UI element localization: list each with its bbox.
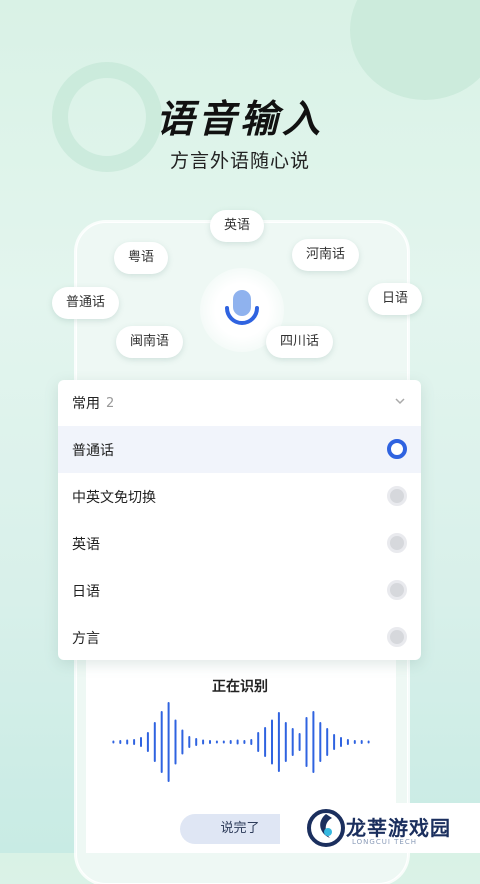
bubble-mandarin[interactable]: 普通话 [52,287,120,319]
option-label: 日语 [72,583,100,600]
watermark-name: 龙莘游戏园 [346,816,451,840]
recognition-status: 正在识别 [212,679,268,695]
wave-bar [202,739,205,745]
bubble-minnan[interactable]: 闽南语 [116,326,184,358]
panel-header[interactable]: 常用 2 [58,380,421,426]
radio-unselected[interactable] [387,533,407,553]
wave-bar [126,739,129,745]
chevron-down-icon[interactable] [395,396,405,406]
watermark-sub: LONGCUI TECH [352,838,417,846]
option-japanese[interactable]: 日语 [58,567,421,614]
wave-bar [222,740,225,744]
wave-bar [333,734,336,750]
bubble-cantonese[interactable]: 粤语 [114,242,169,274]
panel-header-count: 2 [106,395,115,411]
wave-bar [140,737,142,747]
wave-bar [195,738,198,746]
option-label: 方言 [72,630,100,647]
panel-header-label: 常用 [72,396,100,412]
wave-bar [271,719,273,765]
language-panel: 常用 2 普通话 中英文免切换 英语 日语 方言 [58,380,421,660]
wave-bar [319,722,322,762]
bubble-sichuan[interactable]: 四川话 [266,326,334,358]
bubble-henan[interactable]: 河南话 [292,239,360,271]
wave-bar [326,728,329,756]
wave-bar [257,732,260,752]
wave-bar [353,740,356,744]
option-label: 英语 [72,536,100,553]
option-mandarin[interactable]: 普通话 [58,426,421,473]
background-circle [350,0,480,100]
wave-bar [153,722,156,762]
bubble-japanese[interactable]: 日语 [368,283,423,315]
wave-bar [291,728,294,756]
option-label: 中英文免切换 [72,489,156,506]
wave-bar [305,717,308,767]
wave-bar [229,740,232,744]
radio-unselected[interactable] [387,580,407,600]
wave-bar [174,719,177,765]
wave-bar [133,739,136,745]
wave-bar [284,722,287,762]
wave-bar [181,729,184,755]
wave-bar [264,727,267,757]
wave-bar [188,736,191,748]
option-english[interactable]: 英语 [58,520,421,567]
wave-bar [346,739,349,745]
option-dialect[interactable]: 方言 [58,614,421,660]
option-cn-en[interactable]: 中英文免切换 [58,473,421,520]
wave-bar [277,712,280,772]
wave-bar [209,740,211,744]
wave-bar [243,740,246,744]
wave-bar [215,740,218,744]
wave-bar [119,740,122,744]
wave-bar [167,702,170,782]
wave-bar [160,711,163,773]
wave-bar [250,739,253,745]
wave-bar [236,739,239,745]
wave-bar [360,740,363,744]
wave-bar [367,740,370,744]
mic-icon[interactable] [224,290,260,330]
wave-bar [312,711,315,773]
page-title: 语音输入 [155,97,324,141]
wave-bar [112,740,115,744]
wave-bar [340,737,342,747]
waveform [112,702,370,782]
option-label: 普通话 [72,442,114,459]
radio-unselected[interactable] [387,627,407,647]
page-subtitle: 方言外语随心说 [169,150,310,172]
wave-bar [298,733,301,751]
bubble-english[interactable]: 英语 [210,210,265,242]
radio-unselected[interactable] [387,486,407,506]
brand-logo-icon [307,809,345,847]
wave-bar [146,732,149,752]
radio-selected[interactable] [387,439,407,459]
